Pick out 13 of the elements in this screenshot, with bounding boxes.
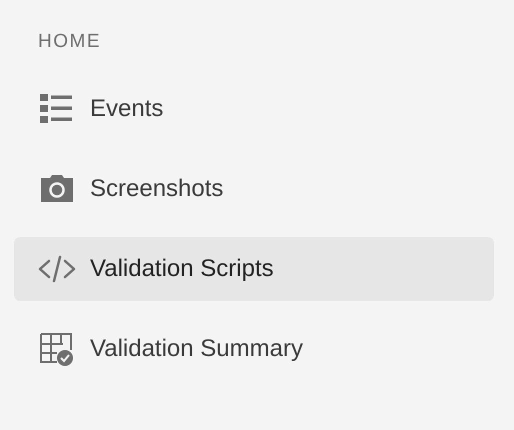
list-icon [40,94,74,124]
code-icon [38,254,76,282]
nav-label: Screenshots [90,174,224,204]
nav-label: Events [90,94,164,124]
nav-item[interactable]: Validation Scripts [14,236,494,300]
nav-label: Validation Summary [90,334,303,364]
nav-item[interactable]: Screenshots [14,156,494,220]
camera-icon [40,174,74,202]
section-title: HOME [37,30,102,54]
nav-label: Validation Scripts [90,254,274,284]
nav-item[interactable]: Events [14,76,494,140]
nav-item[interactable]: Validation Summary [14,316,494,380]
table-check-icon [39,332,75,366]
